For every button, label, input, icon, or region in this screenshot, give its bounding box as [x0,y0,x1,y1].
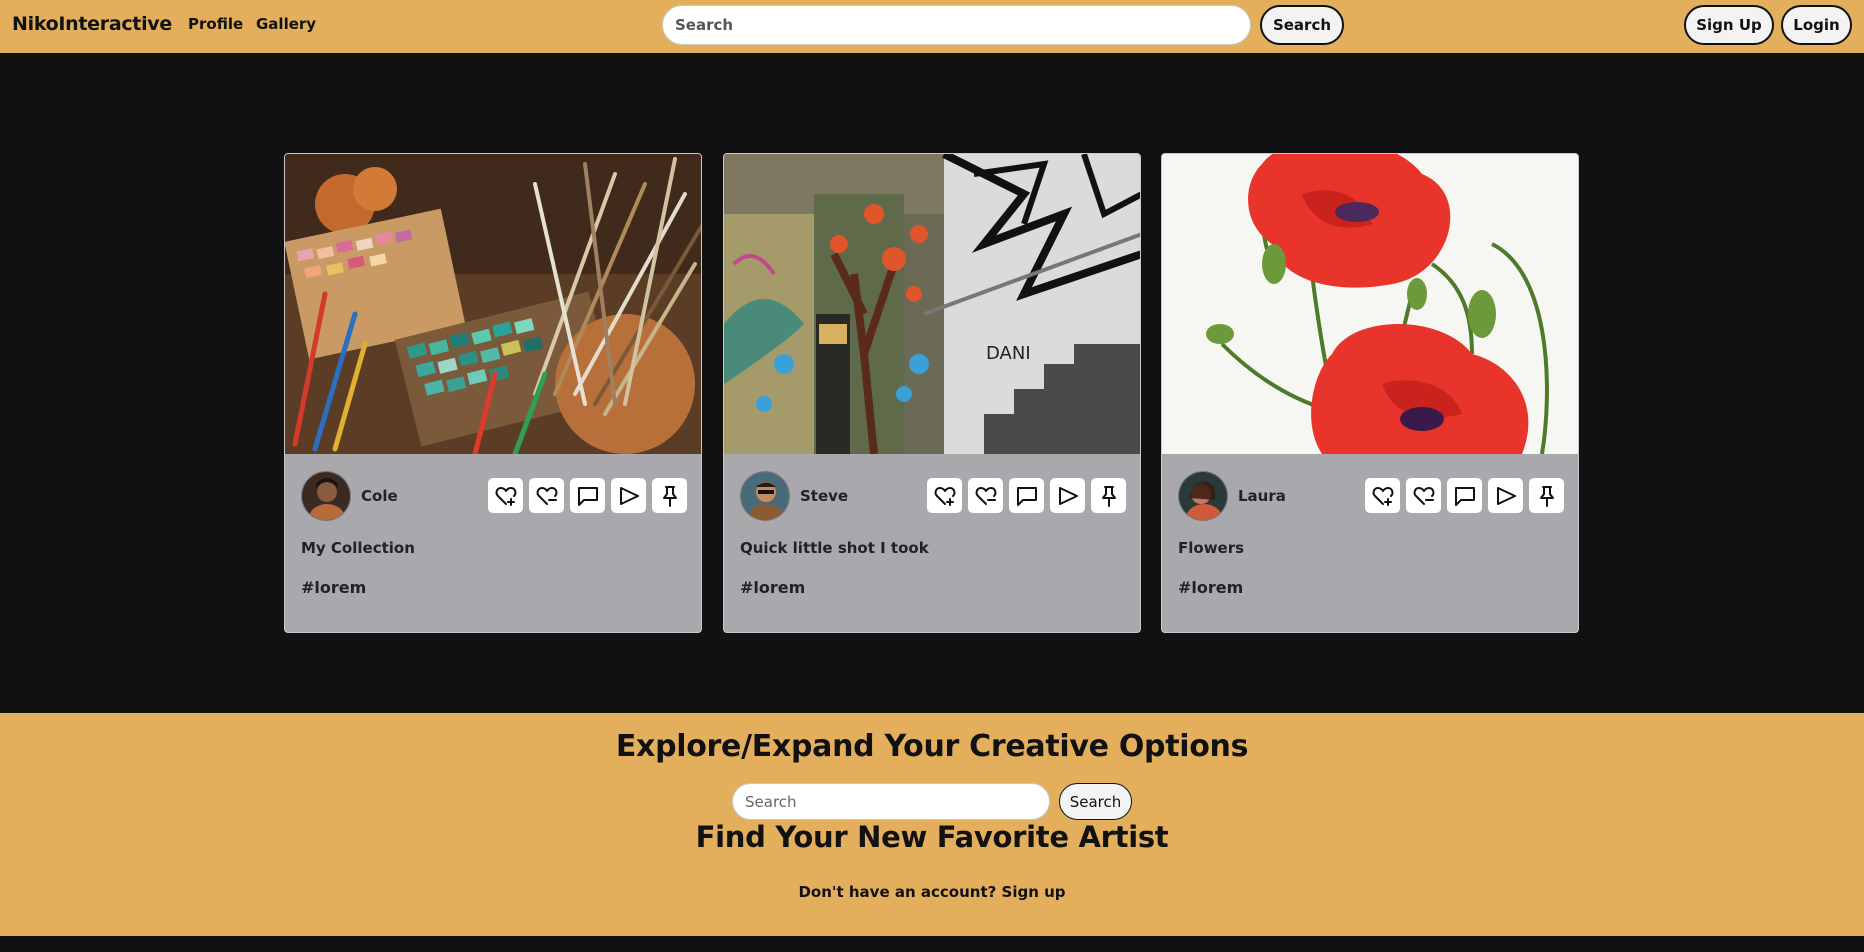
post-tag[interactable]: #lorem [1178,578,1243,597]
pin-icon[interactable] [1091,478,1126,513]
brand-logo[interactable]: NikoInteractive [12,13,172,35]
explore-search-button[interactable]: Search [1059,783,1132,820]
avatar[interactable] [301,471,351,521]
comment-icon[interactable] [1447,478,1482,513]
top-navbar: NikoInteractive Profile Gallery Search S… [0,0,1864,53]
find-artist-heading: Find Your New Favorite Artist [695,820,1169,854]
top-search-button[interactable]: Search [1260,5,1344,45]
signup-prompt-link[interactable]: Don't have an account? Sign up [798,883,1065,901]
heart-plus-icon[interactable] [927,478,962,513]
post-title: Quick little shot I took [740,539,929,557]
explore-heading: Explore/Expand Your Creative Options [615,729,1249,764]
explore-section: Explore/Expand Your Creative Options Sea… [0,713,1864,936]
heart-minus-icon[interactable] [968,478,1003,513]
avatar[interactable] [1178,471,1228,521]
avatar[interactable] [740,471,790,521]
post-card[interactable]: Cole My Collection #lorem [284,153,702,633]
post-image-art-supplies[interactable] [285,154,701,454]
author-name[interactable]: Steve [800,487,848,505]
send-icon[interactable] [1488,478,1523,513]
comment-icon[interactable] [570,478,605,513]
post-tag[interactable]: #lorem [301,578,366,597]
author-name[interactable]: Laura [1238,487,1286,505]
login-button[interactable]: Login [1781,5,1852,45]
signup-prompt: Don't have an account? Sign up [0,883,1864,901]
post-image-graffiti-stairwell[interactable]: DANI [724,154,1140,454]
nav-link-profile[interactable]: Profile [188,15,243,33]
post-tag[interactable]: #lorem [740,578,805,597]
post-title: My Collection [301,539,415,557]
pin-icon[interactable] [1529,478,1564,513]
author-name[interactable]: Cole [361,487,398,505]
heart-minus-icon[interactable] [529,478,564,513]
post-card[interactable]: Laura Flowers #lorem [1161,153,1579,633]
card-actions [927,478,1126,513]
card-actions [488,478,687,513]
pin-icon[interactable] [652,478,687,513]
send-icon[interactable] [1050,478,1085,513]
card-actions [1365,478,1564,513]
comment-icon[interactable] [1009,478,1044,513]
heart-plus-icon[interactable] [488,478,523,513]
heart-minus-icon[interactable] [1406,478,1441,513]
svg-text:DANI: DANI [986,343,1031,364]
post-title: Flowers [1178,539,1245,557]
top-search-input[interactable] [662,5,1251,45]
explore-search-input[interactable] [732,783,1050,820]
send-icon[interactable] [611,478,646,513]
nav-link-gallery[interactable]: Gallery [256,15,316,33]
sign-up-button[interactable]: Sign Up [1684,5,1774,45]
post-image-poppy-flowers[interactable] [1162,154,1578,454]
heart-plus-icon[interactable] [1365,478,1400,513]
post-card[interactable]: DANI Steve Quick little shot I took #lor… [723,153,1141,633]
